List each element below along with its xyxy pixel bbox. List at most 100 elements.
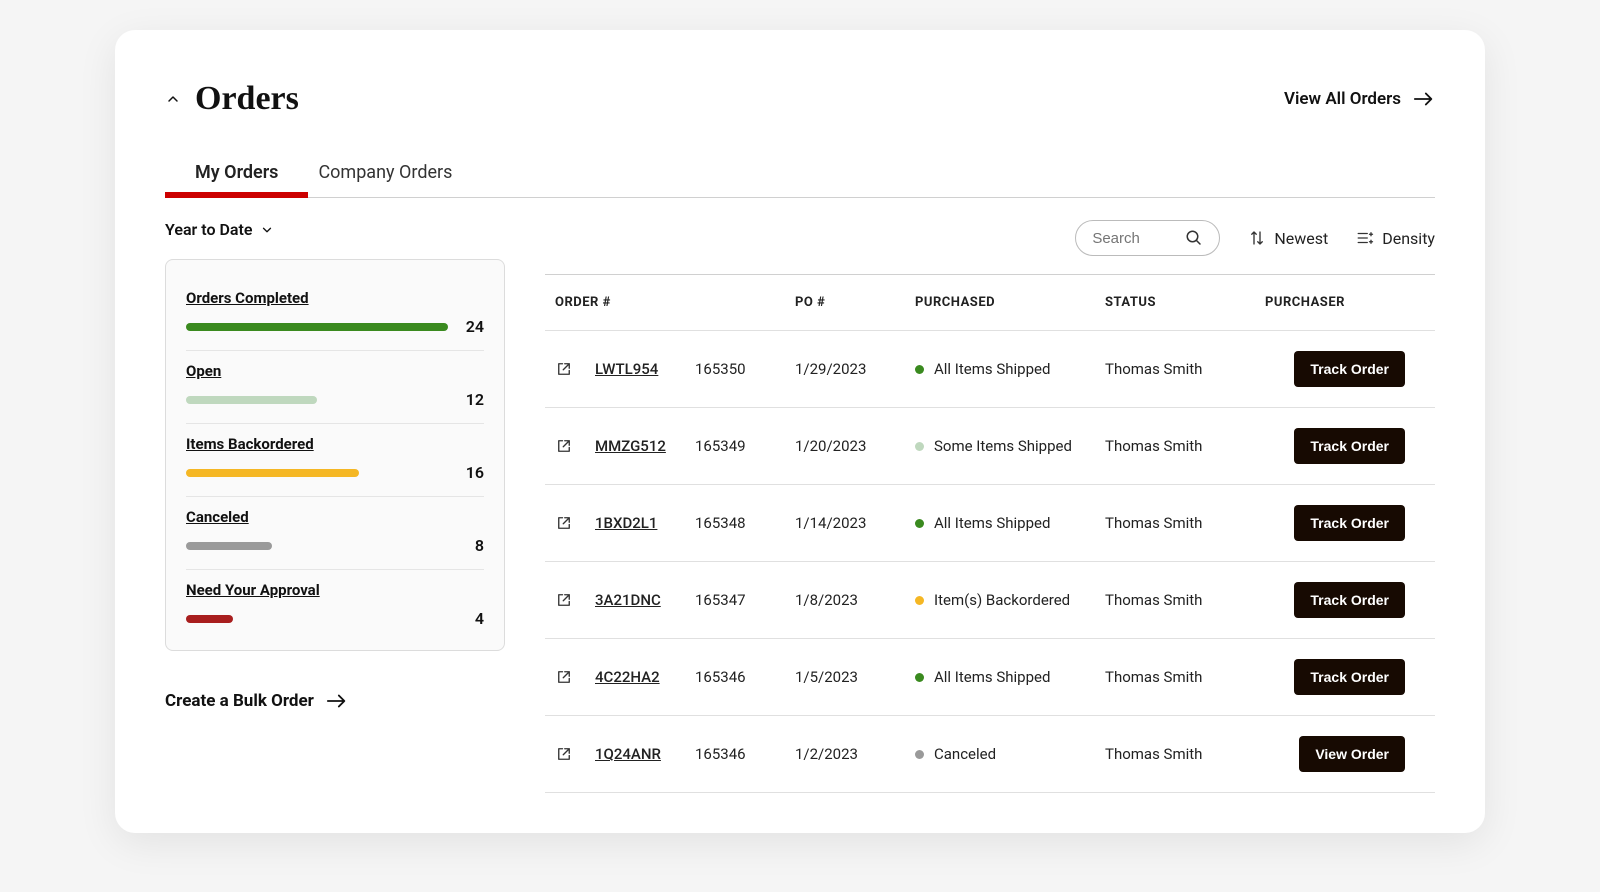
table-row: 1Q24ANR1653461/2/2023CanceledThomas Smit… bbox=[545, 716, 1435, 793]
open-order-icon[interactable] bbox=[555, 745, 595, 763]
order-action-button[interactable]: Track Order bbox=[1294, 582, 1405, 618]
open-order-icon[interactable] bbox=[555, 360, 595, 378]
purchased-date: 1/14/2023 bbox=[795, 514, 915, 532]
status-cell: All Items Shipped bbox=[915, 668, 1105, 686]
status-text: Some Items Shipped bbox=[934, 437, 1072, 455]
sort-icon bbox=[1248, 229, 1266, 247]
status-dot-icon bbox=[915, 442, 924, 451]
status-text: Item(s) Backordered bbox=[934, 591, 1070, 609]
external-link-icon bbox=[555, 437, 573, 455]
column-header: ORDER # bbox=[555, 295, 795, 310]
table-row: LWTL9541653501/29/2023All Items ShippedT… bbox=[545, 331, 1435, 408]
status-dot-icon bbox=[915, 365, 924, 374]
summary-count: 12 bbox=[460, 390, 484, 409]
po-number: 165350 bbox=[695, 360, 795, 378]
table-row: 1BXD2L11653481/14/2023 All Items Shipped T… bbox=[545, 485, 1435, 562]
summary-count: 24 bbox=[460, 317, 484, 336]
order-number-link[interactable]: 1Q24ANR bbox=[595, 745, 695, 763]
left-column: Year to Date Orders Completed 24 Open 12 Ite… bbox=[165, 220, 505, 711]
tabs: My Orders Company Orders bbox=[165, 148, 1435, 198]
order-action-button[interactable]: Track Order bbox=[1294, 428, 1405, 464]
column-header: PURCHASER bbox=[1265, 295, 1405, 310]
summary-label-link[interactable]: Open bbox=[186, 362, 221, 380]
density-button[interactable]: Density bbox=[1356, 229, 1435, 248]
summary-bar bbox=[186, 469, 448, 477]
status-text: All Items Shipped bbox=[934, 514, 1050, 532]
order-action-button[interactable]: Track Order bbox=[1294, 505, 1405, 541]
order-action-button[interactable]: Track Order bbox=[1294, 351, 1405, 387]
status-text: All Items Shipped bbox=[934, 360, 1050, 378]
search-field[interactable] bbox=[1075, 220, 1220, 256]
status-dot-icon bbox=[915, 519, 924, 528]
orders-table: ORDER #PO #PURCHASEDSTATUSPURCHASER LWTL… bbox=[545, 274, 1435, 793]
table-header: ORDER #PO #PURCHASEDSTATUSPURCHASER bbox=[545, 275, 1435, 331]
status-cell: All Items Shipped bbox=[915, 514, 1105, 532]
date-filter-dropdown[interactable]: Year to Date bbox=[165, 220, 505, 239]
summary-bar bbox=[186, 396, 448, 404]
content-row: Year to Date Orders Completed 24 Open 12 Ite… bbox=[165, 220, 1435, 793]
purchaser-name: Thomas Smith bbox=[1105, 745, 1265, 763]
summary-count: 4 bbox=[460, 609, 484, 628]
order-action-button[interactable]: Track Order bbox=[1294, 659, 1405, 695]
purchaser-name: Thomas Smith bbox=[1105, 360, 1265, 378]
summary-bar bbox=[186, 615, 448, 623]
po-number: 165349 bbox=[695, 437, 795, 455]
collapse-toggle[interactable] bbox=[165, 91, 181, 107]
sort-button[interactable]: Newest bbox=[1248, 229, 1328, 248]
density-icon bbox=[1356, 229, 1374, 247]
po-number: 165346 bbox=[695, 745, 795, 763]
search-icon bbox=[1185, 229, 1203, 247]
view-all-label: View All Orders bbox=[1284, 89, 1401, 109]
order-number-link[interactable]: 4C22HA2 bbox=[595, 668, 695, 686]
purchased-date: 1/8/2023 bbox=[795, 591, 915, 609]
summary-item: Open 12 bbox=[186, 351, 484, 424]
status-dot-icon bbox=[915, 750, 924, 759]
open-order-icon[interactable] bbox=[555, 591, 595, 609]
open-order-icon[interactable] bbox=[555, 437, 595, 455]
order-number-link[interactable]: MMZG512 bbox=[595, 437, 695, 455]
title-group: Orders bbox=[165, 80, 299, 118]
summary-panel: Orders Completed 24 Open 12 Items Backordere… bbox=[165, 259, 505, 651]
column-header: STATUS bbox=[1105, 295, 1265, 310]
sort-label: Newest bbox=[1274, 229, 1328, 248]
tab-company-orders[interactable]: Company Orders bbox=[318, 148, 452, 197]
order-number-link[interactable]: 1BXD2L1 bbox=[595, 514, 695, 532]
summary-label-link[interactable]: Canceled bbox=[186, 508, 249, 526]
arrow-right-icon bbox=[1413, 91, 1435, 107]
summary-bar bbox=[186, 542, 448, 550]
order-number-link[interactable]: LWTL954 bbox=[595, 360, 695, 378]
summary-label-link[interactable]: Orders Completed bbox=[186, 289, 309, 307]
po-number: 165348 bbox=[695, 514, 795, 532]
status-dot-icon bbox=[915, 673, 924, 682]
arrow-right-icon bbox=[326, 693, 348, 709]
table-row: 4C22HA21653461/5/2023All Items ShippedTh… bbox=[545, 639, 1435, 716]
purchased-date: 1/2/2023 bbox=[795, 745, 915, 763]
order-number-link[interactable]: 3A21DNC bbox=[595, 591, 695, 609]
column-header: PURCHASED bbox=[915, 295, 1105, 310]
purchaser-name: Thomas Smith bbox=[1105, 514, 1265, 532]
chevron-up-icon bbox=[165, 91, 181, 107]
status-text: All Items Shipped bbox=[934, 668, 1050, 686]
search-input[interactable] bbox=[1092, 230, 1172, 247]
order-action-button[interactable]: View Order bbox=[1299, 736, 1405, 772]
external-link-icon bbox=[555, 514, 573, 532]
status-cell: All Items Shipped bbox=[915, 360, 1105, 378]
summary-label-link[interactable]: Need Your Approval bbox=[186, 581, 320, 599]
purchaser-name: Thomas Smith bbox=[1105, 437, 1265, 455]
summary-bar bbox=[186, 323, 448, 331]
summary-label-link[interactable]: Items Backordered bbox=[186, 435, 314, 453]
view-all-orders-link[interactable]: View All Orders bbox=[1284, 89, 1435, 109]
summary-item: Orders Completed 24 bbox=[186, 278, 484, 351]
status-dot-icon bbox=[915, 596, 924, 605]
summary-count: 16 bbox=[460, 463, 484, 482]
summary-item: Need Your Approval 4 bbox=[186, 570, 484, 642]
tab-my-orders[interactable]: My Orders bbox=[195, 148, 278, 197]
external-link-icon bbox=[555, 360, 573, 378]
create-bulk-order-link[interactable]: Create a Bulk Order bbox=[165, 691, 505, 711]
open-order-icon[interactable] bbox=[555, 668, 595, 686]
date-filter-label: Year to Date bbox=[165, 220, 252, 239]
purchased-date: 1/20/2023 bbox=[795, 437, 915, 455]
po-number: 165346 bbox=[695, 668, 795, 686]
open-order-icon[interactable] bbox=[555, 514, 595, 532]
status-cell: Canceled bbox=[915, 745, 1105, 763]
